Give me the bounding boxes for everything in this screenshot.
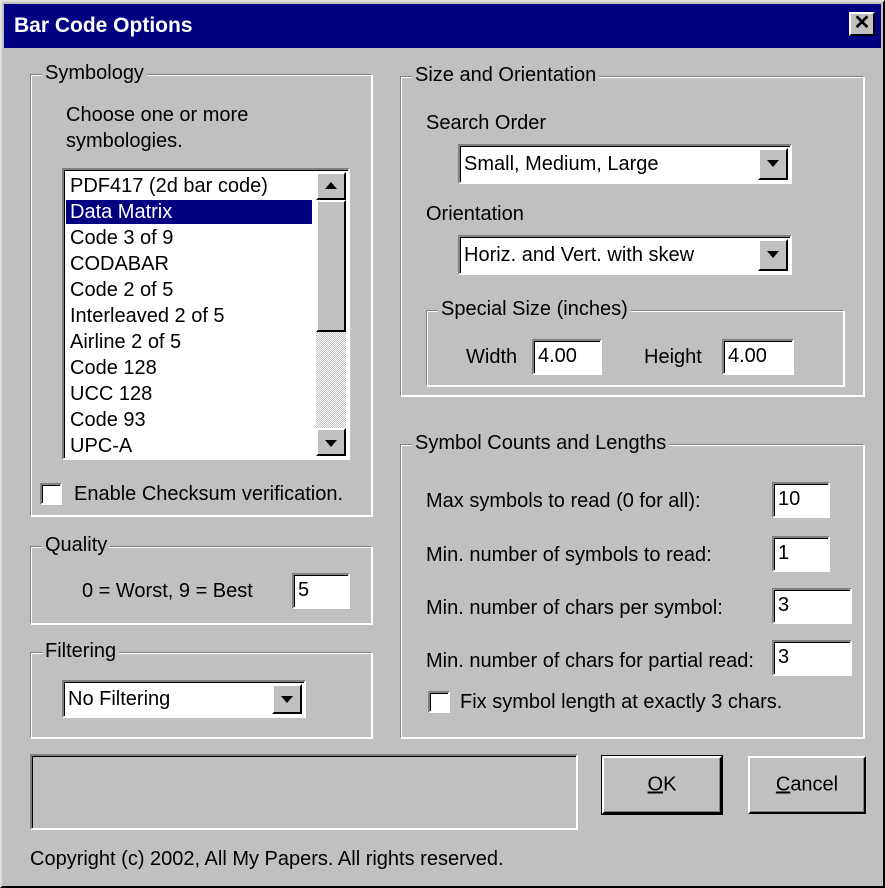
scroll-up-button[interactable] [316, 172, 346, 200]
orientation-combobox[interactable]: Horiz. and Vert. with skew [458, 235, 792, 275]
symbology-instructions-line1: Choose one or more [66, 104, 249, 126]
special-size-legend: Special Size (inches) [438, 298, 631, 321]
symbology-list-item[interactable]: Data Matrix [66, 200, 312, 224]
height-input[interactable]: 4.00 [722, 339, 794, 375]
symbology-instructions-line2: symbologies. [66, 130, 183, 152]
ok-button[interactable]: OK [601, 755, 723, 815]
max-symbols-input[interactable]: 10 [772, 482, 830, 518]
quality-legend: Quality [42, 534, 111, 557]
close-icon: ✕ [853, 12, 871, 34]
scroll-down-icon [325, 440, 337, 447]
symbol-counts-legend: Symbol Counts and Lengths [412, 432, 670, 455]
checksum-label[interactable]: Enable Checksum verification. [74, 483, 343, 506]
cancel-button-accel: C [775, 773, 791, 796]
symbology-list-item[interactable]: PDF417 (2d bar code) [66, 174, 312, 198]
height-label: Height [644, 346, 702, 368]
cancel-button-label: ancel [790, 773, 839, 796]
search-order-dropdown-arrow-icon[interactable] [758, 148, 788, 180]
filtering-combobox[interactable]: No Filtering [62, 680, 306, 718]
symbology-list-item[interactable]: CODABAR [66, 252, 312, 276]
symbology-list-item[interactable]: Code 3 of 9 [66, 226, 312, 250]
scroll-down-button[interactable] [316, 428, 346, 456]
symbology-list-item[interactable]: UPC-A [66, 434, 312, 458]
filtering-dropdown-arrow-icon[interactable] [272, 684, 302, 714]
ok-button-label: K [663, 773, 677, 796]
fix-length-label[interactable]: Fix symbol length at exactly 3 chars. [460, 691, 782, 714]
max-symbols-label: Max symbols to read (0 for all): [426, 490, 701, 512]
copyright-text: Copyright (c) 2002, All My Papers. All r… [30, 848, 504, 870]
listbox-scrollbar[interactable] [316, 172, 346, 456]
status-panel [30, 754, 578, 830]
symbology-listbox[interactable]: PDF417 (2d bar code) Data Matrix Code 3 of… [62, 168, 350, 460]
search-order-label: Search Order [426, 112, 547, 134]
symbology-list-item[interactable]: Interleaved 2 of 5 [66, 304, 312, 328]
window-title: Bar Code Options [14, 14, 193, 37]
symbology-legend: Symbology [42, 62, 147, 85]
symbology-list-item[interactable]: Code 2 of 5 [66, 278, 312, 302]
min-symbols-input[interactable]: 1 [772, 536, 830, 572]
partial-read-label: Min. number of chars for partial read: [426, 650, 754, 672]
symbology-list-item[interactable]: UCC 128 [66, 382, 312, 406]
checksum-checkbox[interactable] [40, 483, 62, 505]
scroll-thumb[interactable] [316, 200, 346, 332]
size-orientation-legend: Size and Orientation [412, 64, 600, 87]
width-label: Width [466, 346, 518, 368]
title-bar[interactable]: Bar Code Options ✕ [4, 4, 881, 48]
search-order-combobox[interactable]: Small, Medium, Large [458, 144, 792, 184]
orientation-dropdown-arrow-icon[interactable] [758, 239, 788, 271]
min-chars-input[interactable]: 3 [772, 588, 852, 624]
quality-scale-text: 0 = Worst, 9 = Best [82, 580, 253, 602]
fix-length-checkbox[interactable] [428, 691, 450, 713]
cancel-button[interactable]: Cancel [748, 756, 866, 814]
symbology-list-item[interactable]: Airline 2 of 5 [66, 330, 312, 354]
min-symbols-label: Min. number of symbols to read: [426, 544, 712, 566]
orientation-label: Orientation [426, 203, 524, 225]
min-chars-label: Min. number of chars per symbol: [426, 597, 723, 619]
quality-input[interactable]: 5 [292, 573, 350, 609]
symbology-list-item[interactable]: Code 93 [66, 408, 312, 432]
scroll-up-icon [325, 182, 337, 189]
width-input[interactable]: 4.00 [532, 339, 602, 375]
partial-read-input[interactable]: 3 [772, 640, 852, 676]
filtering-legend: Filtering [42, 640, 120, 663]
symbology-list-item[interactable]: Code 128 [66, 356, 312, 380]
close-button[interactable]: ✕ [849, 12, 875, 36]
ok-button-accel: O [647, 773, 664, 796]
